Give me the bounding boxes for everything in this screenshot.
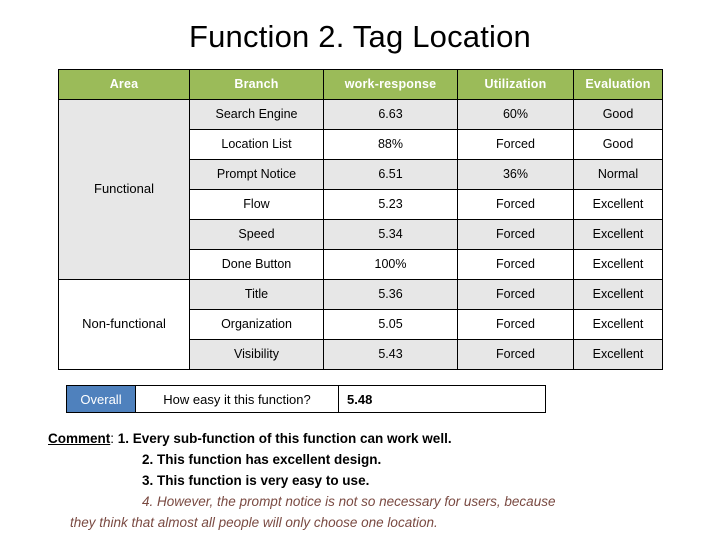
cell-branch: Organization (189, 309, 324, 340)
comment-label: Comment (48, 431, 111, 446)
comment-block: Comment: 1. Every sub-function of this f… (44, 428, 676, 533)
area-cell-non-functional: Non-functional (58, 279, 190, 370)
table-body: Functional Search Engine 6.63 60% Good L… (58, 99, 663, 370)
table-header: Area Branch work-response Utilization Ev… (58, 69, 663, 100)
cell-work-response: 5.23 (323, 189, 458, 220)
column-header-work-response: work-response (323, 69, 458, 100)
comment-line-2: 2. This function has excellent design. (142, 452, 382, 467)
table-row: Functional Search Engine 6.63 60% Good (58, 99, 663, 280)
cell-evaluation: Excellent (573, 279, 663, 310)
cell-utilization: Forced (457, 309, 574, 340)
cell-evaluation: Excellent (573, 189, 663, 220)
cell-branch: Location List (189, 129, 324, 160)
cell-evaluation: Excellent (573, 249, 663, 280)
cell-branch: Flow (189, 189, 324, 220)
comment-line-3: 3. This function is very easy to use. (142, 473, 370, 488)
column-header-utilization: Utilization (457, 69, 574, 100)
slide-canvas: Function 2. Tag Location Area Branch wor… (0, 0, 720, 540)
column-header-evaluation: Evaluation (573, 69, 663, 100)
cell-evaluation: Good (573, 99, 663, 130)
cell-work-response: 5.34 (323, 219, 458, 250)
cell-utilization: 36% (457, 159, 574, 190)
table-header-row: Area Branch work-response Utilization Ev… (58, 69, 663, 100)
cell-work-response: 5.05 (323, 309, 458, 340)
evaluation-table: Area Branch work-response Utilization Ev… (58, 69, 663, 370)
column-header-area: Area (58, 69, 190, 100)
cell-work-response: 5.43 (323, 339, 458, 370)
page-title: Function 2. Tag Location (188, 19, 532, 54)
column-header-branch: Branch (189, 69, 324, 100)
cell-utilization: Forced (457, 279, 574, 310)
cell-branch: Visibility (189, 339, 324, 370)
cell-branch: Title (189, 279, 324, 310)
cell-utilization: Forced (457, 189, 574, 220)
overall-rating-bar: Overall How easy it this function? 5.48 (66, 385, 546, 413)
cell-evaluation: Excellent (573, 339, 663, 370)
cell-utilization: Forced (457, 249, 574, 280)
cell-work-response: 6.63 (323, 99, 458, 130)
cell-branch: Speed (189, 219, 324, 250)
cell-utilization: 60% (457, 99, 574, 130)
comment-text-1: 1. Every sub-function of this function c… (117, 431, 452, 446)
comment-line-1: Comment: 1. Every sub-function of this f… (44, 428, 676, 449)
overall-score-value: 5.48 (347, 391, 373, 407)
area-cell-functional: Functional (58, 99, 190, 280)
cell-utilization: Forced (457, 129, 574, 160)
overall-question-label: How easy it this function? (136, 386, 339, 412)
cell-utilization: Forced (457, 219, 574, 250)
cell-branch: Search Engine (189, 99, 324, 130)
table-row: Non-functional Title 5.36 Forced Excelle… (58, 279, 663, 370)
cell-work-response: 88% (323, 129, 458, 160)
cell-branch: Done Button (189, 249, 324, 280)
cell-branch: Prompt Notice (189, 159, 324, 190)
cell-work-response: 5.36 (323, 279, 458, 310)
overall-badge: Overall (67, 386, 136, 412)
comment-separator: : (110, 431, 118, 446)
comment-line-4: 4. However, the prompt notice is not so … (142, 494, 556, 509)
cell-evaluation: Good (573, 129, 663, 160)
cell-utilization: Forced (457, 339, 574, 370)
cell-evaluation: Excellent (573, 309, 663, 340)
cell-work-response: 6.51 (323, 159, 458, 190)
cell-evaluation: Normal (573, 159, 663, 190)
cell-evaluation: Excellent (573, 219, 663, 250)
cell-work-response: 100% (323, 249, 458, 280)
comment-line-5: they think that almost all people will o… (70, 515, 438, 530)
